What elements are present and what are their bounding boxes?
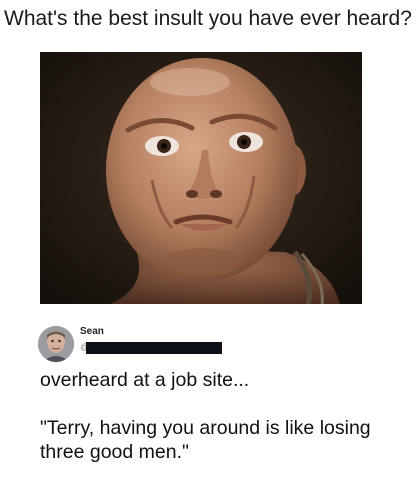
post-page: What's the best insult you have ever hea… xyxy=(0,0,416,480)
tweet-header: Sean @ xyxy=(38,322,378,362)
author-name[interactable]: Sean xyxy=(80,326,104,338)
post-title: What's the best insult you have ever hea… xyxy=(4,7,412,30)
handle-redaction-bar xyxy=(86,342,222,354)
tweet-text: overheard at a job site... "Terry, havin… xyxy=(40,368,400,464)
meme-image xyxy=(40,52,362,304)
avatar[interactable] xyxy=(38,326,74,362)
tweet-text-line2: "Terry, having you around is like losing… xyxy=(40,417,371,463)
tweet-text-line1: overheard at a job site... xyxy=(40,369,250,391)
